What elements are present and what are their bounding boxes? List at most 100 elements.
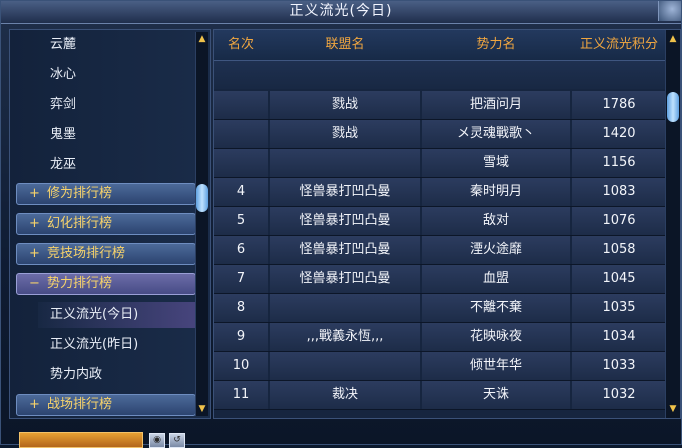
points-cell: 1034 — [572, 323, 666, 351]
rank-cell: 11 — [214, 381, 268, 409]
alliance-cell: 怪兽暴打凹凸曼 — [270, 207, 420, 235]
sidebar-item-faction-internal[interactable]: 势力内政 — [50, 362, 102, 388]
sidebar-item-yijian[interactable]: 弈剑 — [50, 92, 76, 118]
table-scrollbar[interactable]: ▲ ▼ — [665, 30, 680, 418]
ranking-table: 名次 联盟名 势力名 正义流光积分 戮战 把酒问月 1786 戮战 メ灵魂戰歌丶 1420… — [213, 29, 681, 419]
scroll-up-icon[interactable]: ▲ — [668, 34, 678, 44]
expand-icon: + — [29, 397, 40, 412]
points-cell: 1045 — [572, 265, 666, 293]
table-row[interactable]: 戮战 メ灵魂戰歌丶 1420 — [214, 120, 666, 149]
sidebar-scrollbar[interactable]: ▲ ▼ — [195, 32, 208, 416]
window-title: 正义流光(今日) — [1, 1, 681, 24]
alliance-cell — [270, 352, 420, 380]
category-label: 幻化排行榜 — [47, 216, 113, 231]
rank-cell: 9 — [214, 323, 268, 351]
rank-cell: 4 — [214, 178, 268, 206]
bottom-status-bar — [19, 432, 143, 448]
rank-cell: 8 — [214, 294, 268, 322]
alliance-cell — [270, 149, 420, 177]
collapse-icon: − — [29, 276, 40, 291]
alliance-cell: 戮战 — [270, 91, 420, 119]
table-row[interactable]: 4 怪兽暴打凹凸曼 秦时明月 1083 — [214, 178, 666, 207]
rank-cell — [214, 149, 268, 177]
scroll-thumb[interactable] — [667, 92, 679, 122]
lock-icon[interactable]: ◉ — [149, 433, 165, 448]
faction-cell: 不離不棄 — [422, 294, 570, 322]
category-label: 战场排行榜 — [47, 397, 113, 412]
alliance-cell: 怪兽暴打凹凸曼 — [270, 178, 420, 206]
category-label: 势力排行榜 — [47, 276, 113, 291]
faction-cell: 倾世年华 — [422, 352, 570, 380]
sidebar-item-longwu[interactable]: 龙巫 — [50, 152, 76, 178]
alliance-cell: 戮战 — [270, 120, 420, 148]
faction-cell: 血盟 — [422, 265, 570, 293]
points-cell: 1156 — [572, 149, 666, 177]
table-row[interactable]: 雪域 1156 — [214, 149, 666, 178]
header-points: 正义流光积分 — [579, 37, 658, 52]
sidebar-item-justice-yesterday[interactable]: 正义流光(昨日) — [50, 332, 138, 358]
category-battlefield-rank[interactable]: + 战场排行榜 — [16, 394, 196, 416]
faction-cell: 把酒问月 — [422, 91, 570, 119]
table-row[interactable]: 10 倾世年华 1033 — [214, 352, 666, 381]
category-cultivation-rank[interactable]: + 修为排行榜 — [16, 183, 196, 205]
alliance-cell: 裁决 — [270, 381, 420, 409]
sidebar: 云麓 冰心 弈剑 鬼墨 龙巫 + 修为排行榜 + 幻化排行榜 + 竞技场排行榜 − 势力… — [9, 29, 211, 419]
alliance-cell — [270, 294, 420, 322]
table-row[interactable]: 戮战 把酒问月 1786 — [214, 91, 666, 120]
table-row[interactable]: 9 ,,,戰義永恆,,, 花映咏夜 1034 — [214, 323, 666, 352]
sidebar-item-bingxin[interactable]: 冰心 — [50, 62, 76, 88]
sidebar-item-guimo[interactable]: 鬼墨 — [50, 122, 76, 148]
header-faction: 势力名 — [476, 37, 516, 52]
rank-cell — [214, 120, 268, 148]
table-row[interactable]: 5 怪兽暴打凹凸曼 敌对 1076 — [214, 207, 666, 236]
category-faction-rank[interactable]: − 势力排行榜 — [16, 273, 196, 295]
points-cell: 1076 — [572, 207, 666, 235]
table-row[interactable]: 7 怪兽暴打凹凸曼 血盟 1045 — [214, 265, 666, 294]
sidebar-item-justice-today[interactable]: 正义流光(今日) — [38, 302, 198, 328]
points-cell: 1058 — [572, 236, 666, 264]
category-arena-rank[interactable]: + 竞技场排行榜 — [16, 243, 196, 265]
table-row[interactable]: 8 不離不棄 1035 — [214, 294, 666, 323]
scroll-thumb[interactable] — [196, 184, 208, 212]
header-alliance: 联盟名 — [325, 37, 365, 52]
points-cell: 1032 — [572, 381, 666, 409]
rank-cell — [214, 91, 268, 119]
ranking-window: 正义流光(今日) 云麓 冰心 弈剑 鬼墨 龙巫 + 修为排行榜 + 幻化排行榜 + 竞… — [0, 0, 682, 448]
points-cell: 1035 — [572, 294, 666, 322]
faction-cell: 湮火途靡 — [422, 236, 570, 264]
scroll-down-icon[interactable]: ▼ — [197, 404, 207, 414]
alliance-cell: 怪兽暴打凹凸曼 — [270, 265, 420, 293]
points-cell: 1420 — [572, 120, 666, 148]
category-label: 竞技场排行榜 — [47, 246, 126, 261]
scroll-up-icon[interactable]: ▲ — [197, 34, 207, 44]
header-rank: 名次 — [227, 37, 254, 52]
faction-cell: 雪域 — [422, 149, 570, 177]
table-header: 名次 联盟名 势力名 正义流光积分 — [214, 30, 666, 61]
rank-cell: 10 — [214, 352, 268, 380]
expand-icon: + — [29, 216, 40, 231]
alliance-cell: ,,,戰義永恆,,, — [270, 323, 420, 351]
table-row[interactable]: 11 裁决 天诛 1032 — [214, 381, 666, 410]
alliance-cell: 怪兽暴打凹凸曼 — [270, 236, 420, 264]
rank-cell: 5 — [214, 207, 268, 235]
sidebar-item-yunlu[interactable]: 云麓 — [50, 32, 76, 58]
faction-cell: 花映咏夜 — [422, 323, 570, 351]
points-cell: 1786 — [572, 91, 666, 119]
points-cell: 1033 — [572, 352, 666, 380]
table-subheader-band — [214, 61, 666, 89]
scroll-down-icon[interactable]: ▼ — [668, 404, 678, 414]
rank-cell: 6 — [214, 236, 268, 264]
category-label: 修为排行榜 — [47, 186, 113, 201]
faction-cell: 天诛 — [422, 381, 570, 409]
rank-cell: 7 — [214, 265, 268, 293]
close-button[interactable] — [658, 1, 681, 21]
category-transform-rank[interactable]: + 幻化排行榜 — [16, 213, 196, 235]
expand-icon: + — [29, 246, 40, 261]
faction-cell: 秦时明月 — [422, 178, 570, 206]
points-cell: 1083 — [572, 178, 666, 206]
faction-cell: 敌对 — [422, 207, 570, 235]
table-row[interactable]: 6 怪兽暴打凹凸曼 湮火途靡 1058 — [214, 236, 666, 265]
expand-icon: + — [29, 186, 40, 201]
faction-cell: メ灵魂戰歌丶 — [422, 120, 570, 148]
refresh-icon[interactable]: ↺ — [169, 433, 185, 448]
